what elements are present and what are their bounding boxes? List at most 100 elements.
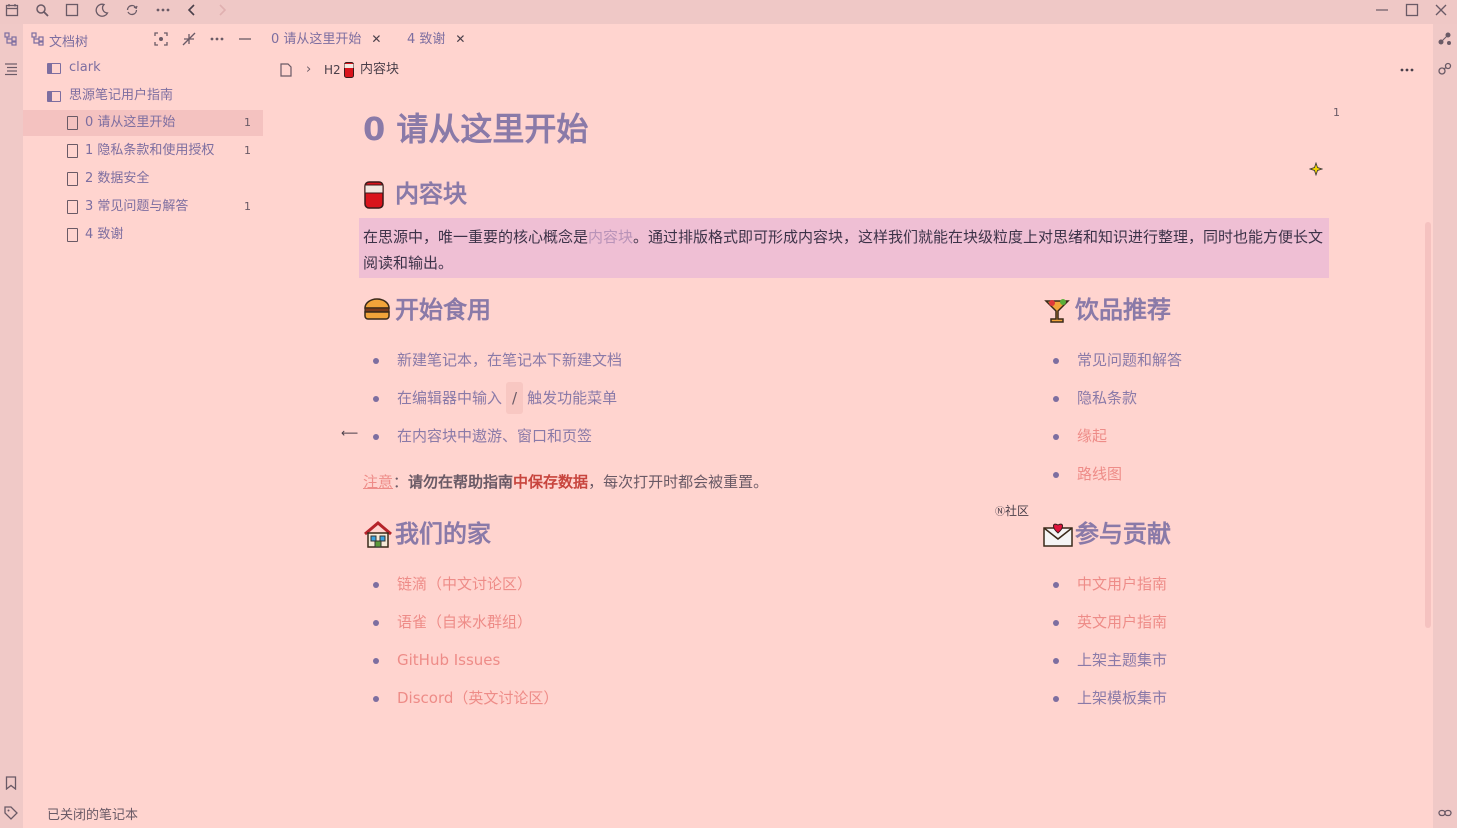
doc-label: 4 致谢 [85,227,124,242]
scrollbar[interactable] [1425,222,1431,628]
start-list: 新建笔记本，在笔记本下新建文档 在编辑器中输入 / 触发功能菜单 在内容块中遨游、窗… [363,344,963,458]
document-icon [67,200,78,214]
document-icon [67,116,78,130]
breadcrumb-current[interactable]: 内容块 [360,58,399,82]
calendar-icon[interactable] [5,3,23,21]
doc-item[interactable]: 0 请从这里开始 1 [23,110,263,136]
file-tree-icon[interactable] [4,32,18,46]
paragraph-block[interactable]: 在思源中，唯一重要的核心概念是内容块。通过排版格式即可形成内容块，这样我们就能在… [359,218,1329,278]
focus-icon[interactable] [154,32,168,46]
close-icon[interactable]: ✕ [455,32,465,46]
note-label[interactable]: 注意 [363,473,393,491]
doc-label: 2 数据安全 [85,171,150,186]
drag-handle-icon[interactable]: ⟵ [341,426,358,440]
bookmark-icon[interactable] [5,776,17,790]
paragraph-text: 在思源中，唯一重要的核心概念是 [363,228,589,246]
list-item[interactable]: 英文用户指南 [1043,606,1323,644]
file-tree-header: 文档树 [23,24,263,54]
link-text[interactable]: 上架模板集市 [1077,689,1167,707]
tab-label: 4 致谢 [407,32,446,47]
link-text[interactable]: 缘起 [1077,427,1107,445]
moon-icon[interactable] [95,3,113,21]
house-icon [363,521,392,549]
doc-item[interactable]: 4 致谢 [23,222,263,248]
notebook-user-guide[interactable]: 思源笔记用户指南 [23,83,263,109]
heading-text: 内容块 [395,180,467,208]
more-icon[interactable] [155,3,173,21]
link-text[interactable]: 语雀（自来水群组） [397,613,532,631]
link-text[interactable]: 上架主题集市 [1077,651,1167,669]
backlink-count[interactable]: 1 [1333,106,1340,119]
document-icon [67,172,78,186]
doc-item[interactable]: 3 常见问题与解答 1 [23,194,263,220]
tab-start-here[interactable]: 0 请从这里开始 ✕ [271,24,381,54]
burger-icon [363,297,390,325]
doc-item[interactable]: 2 数据安全 [23,166,263,192]
collapse-icon[interactable] [182,32,196,46]
list-item[interactable]: 路线图 [1043,458,1323,496]
list-item[interactable]: 链滴（中文讨论区） [363,568,963,606]
doc-label: 1 隐私条款和使用授权 [85,143,215,158]
drink-can-icon [363,181,387,209]
minimize-icon[interactable] [1375,3,1393,21]
more-icon[interactable] [209,32,225,46]
list-item[interactable]: GitHub Issues [363,644,963,682]
note-paragraph[interactable]: 注意：请勿在帮助指南中保存数据，每次打开时都会被重置。 [363,470,768,494]
heading-text: 我们的家 [395,520,491,548]
link-text[interactable]: 英文用户指南 [1077,613,1167,631]
back-icon[interactable] [185,3,203,21]
minimize-panel-icon[interactable] [238,32,252,46]
link-text[interactable]: Discord（英文讨论区） [397,689,558,707]
list-item-text: 在编辑器中输入 [397,389,503,407]
heading-text: 参与贡献 [1075,520,1171,548]
notebook-clark[interactable]: clark [23,55,263,81]
list-item-text: 新建笔记本，在笔记本下新建文档 [397,351,623,369]
chevron-right-icon: › [306,62,312,77]
list-item[interactable]: 上架模板集市 [1043,682,1323,720]
community-badge[interactable]: Ⓝ社区 [995,502,1029,519]
document-icon[interactable] [280,63,292,77]
close-icon[interactable] [1434,3,1452,21]
forward-icon[interactable] [215,3,233,21]
list-item[interactable]: 缘起 [1043,420,1323,458]
list-item[interactable]: 上架主题集市 [1043,644,1323,682]
link-text[interactable]: 隐私条款 [1077,389,1137,407]
link-text[interactable]: 中文用户指南 [1077,575,1167,593]
doc-item[interactable]: 1 隐私条款和使用授权 1 [23,138,263,164]
list-item[interactable]: 新建笔记本，在笔记本下新建文档 [363,344,963,382]
notebook-icon [47,91,61,102]
list-item[interactable]: 中文用户指南 [1043,568,1323,606]
list-item[interactable]: 常见问题和解答 [1043,344,1323,382]
maximize-icon[interactable] [1405,3,1423,21]
heading-content-block[interactable]: 内容块 [363,178,467,210]
file-tree-title: 文档树 [49,35,89,50]
heading-drinks[interactable]: 饮品推荐 [1043,294,1171,326]
link-text[interactable]: 路线图 [1077,465,1122,483]
sync-icon[interactable] [125,3,143,21]
tag-icon[interactable] [4,806,18,820]
search-icon[interactable] [35,3,53,21]
closed-notebooks-label[interactable]: 已关闭的笔记本 [47,805,138,827]
block-ref-link[interactable]: 内容块 [588,228,633,246]
global-graph-icon[interactable] [1438,62,1452,76]
outline-icon[interactable] [4,62,18,76]
heading-contribute[interactable]: 参与贡献 [1043,518,1171,550]
page-title[interactable]: 0 请从这里开始 [363,104,588,150]
square-icon[interactable] [65,3,83,21]
tab-thanks[interactable]: 4 致谢 ✕ [407,24,465,54]
heading-home[interactable]: 我们的家 [363,518,491,550]
graph-icon[interactable] [1438,32,1452,46]
close-icon[interactable]: ✕ [371,32,381,46]
list-item[interactable]: 隐私条款 [1043,382,1323,420]
list-item[interactable]: 语雀（自来水群组） [363,606,963,644]
more-icon[interactable] [1399,63,1415,77]
link-text[interactable]: 常见问题和解答 [1077,351,1182,369]
link-text[interactable]: 链滴（中文讨论区） [397,575,532,593]
inline-code: / [506,382,524,414]
list-item[interactable]: Discord（英文讨论区） [363,682,963,720]
heading-start[interactable]: 开始食用 [363,294,491,326]
link-text[interactable]: GitHub Issues [397,651,500,669]
list-item[interactable]: 在编辑器中输入 / 触发功能菜单 [363,382,963,420]
link-icon[interactable] [1438,806,1452,820]
list-item[interactable]: 在内容块中遨游、窗口和页签 [363,420,963,458]
